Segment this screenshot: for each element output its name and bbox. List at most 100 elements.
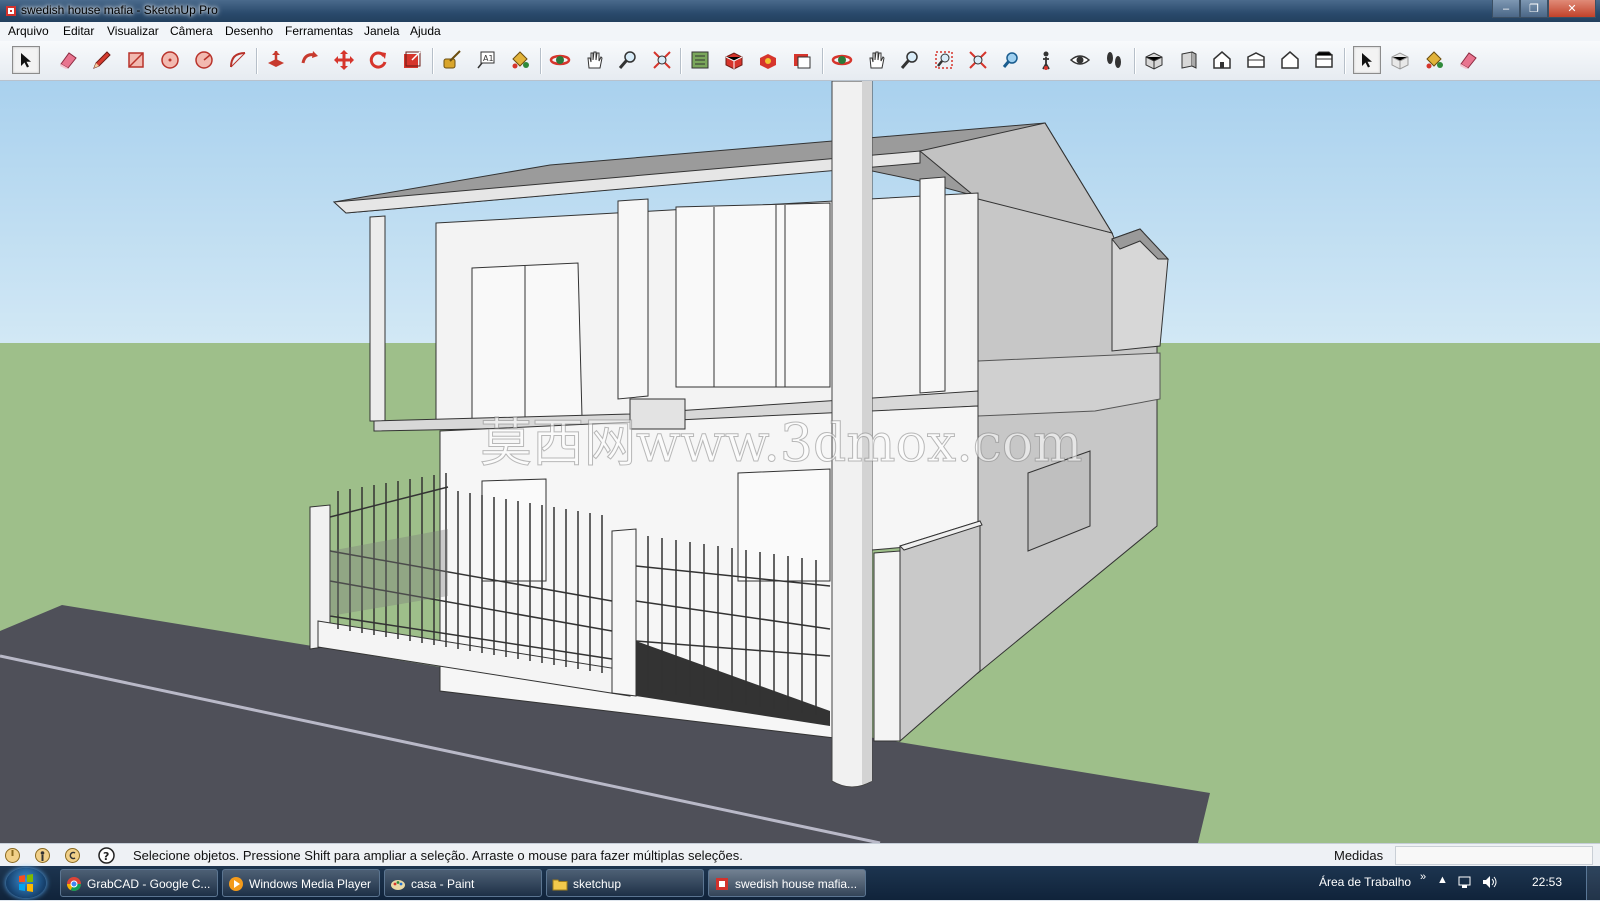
- toolbar-separator: [680, 48, 682, 74]
- text-icon[interactable]: A1: [472, 46, 500, 74]
- menu-visualizar[interactable]: Visualizar: [107, 24, 159, 38]
- taskbar-item-media-player[interactable]: Windows Media Player: [222, 869, 380, 897]
- arc-icon[interactable]: [224, 46, 252, 74]
- position-camera-icon[interactable]: [1032, 46, 1060, 74]
- front-door: [481, 478, 547, 582]
- measurements-input[interactable]: [1395, 846, 1593, 865]
- pan-icon[interactable]: [862, 46, 890, 74]
- select-arrow-icon[interactable]: [12, 46, 40, 74]
- facade-pillar-right: [919, 176, 946, 394]
- upper-window-left: [471, 262, 583, 422]
- pan-icon[interactable]: [580, 46, 608, 74]
- upper-window-right: [675, 202, 831, 388]
- polygon-icon[interactable]: [190, 46, 218, 74]
- menu-bar: Arquivo Editar Visualizar Câmera Desenho…: [0, 22, 1600, 42]
- rectangle-icon[interactable]: [122, 46, 150, 74]
- chrome-icon: [67, 877, 81, 891]
- circle-icon[interactable]: [156, 46, 184, 74]
- gate-post-right: [873, 550, 901, 742]
- iso-view-icon[interactable]: [1140, 46, 1168, 74]
- taskbar-item-grabcad[interactable]: GrabCAD - Google C...: [60, 869, 218, 897]
- back-view-icon[interactable]: [1276, 46, 1304, 74]
- paint-bucket-icon[interactable]: [1420, 46, 1448, 74]
- taskbar-item-sketchup-folder[interactable]: sketchup: [546, 869, 704, 897]
- eraser-icon[interactable]: [1454, 46, 1482, 74]
- maximize-button[interactable]: ❐: [1520, 0, 1548, 18]
- toolbar-chevron-icon[interactable]: »: [1420, 871, 1426, 883]
- measurements-label: Medidas: [1334, 848, 1384, 863]
- minimize-button[interactable]: –: [1492, 0, 1520, 18]
- zoom-extents-icon[interactable]: [648, 46, 676, 74]
- geolocation-icon[interactable]: [4, 847, 21, 864]
- walk-icon[interactable]: [1100, 46, 1128, 74]
- copyright-icon[interactable]: [64, 847, 81, 864]
- menu-camera[interactable]: Câmera: [170, 24, 213, 38]
- drawing-viewport[interactable]: 莫西网www.3dmox.com: [0, 81, 1600, 843]
- eraser-icon[interactable]: [54, 46, 82, 74]
- zoom-icon[interactable]: [896, 46, 924, 74]
- help-icon[interactable]: ?: [98, 847, 115, 864]
- previous-view-icon[interactable]: [998, 46, 1026, 74]
- menu-desenho[interactable]: Desenho: [225, 24, 273, 38]
- top-view-icon[interactable]: [1208, 46, 1236, 74]
- photo-textures-icon[interactable]: [788, 46, 816, 74]
- sketchup-logo-icon: [6, 6, 16, 16]
- orbit-icon[interactable]: [828, 46, 856, 74]
- left-view-icon[interactable]: [1310, 46, 1338, 74]
- select-arrow-icon[interactable]: [1353, 46, 1381, 74]
- status-bar: ? Selecione objetos. Pressione Shift par…: [0, 843, 1600, 866]
- scale-icon[interactable]: [398, 46, 426, 74]
- move-icon[interactable]: [330, 46, 358, 74]
- rotate-icon[interactable]: [364, 46, 392, 74]
- zoom-window-icon[interactable]: [930, 46, 958, 74]
- share-model-icon[interactable]: [720, 46, 748, 74]
- toolbar-separator: [1134, 48, 1136, 74]
- model-scene[interactable]: 莫西网www.3dmox.com: [0, 81, 1600, 843]
- status-message: Selecione objetos. Pressione Shift para …: [133, 848, 743, 863]
- start-button[interactable]: [6, 868, 46, 898]
- tape-measure-icon[interactable]: [438, 46, 466, 74]
- show-hidden-icons-icon[interactable]: ▲: [1437, 874, 1448, 886]
- warehouse-icon[interactable]: [686, 46, 714, 74]
- folder-icon: [552, 879, 568, 891]
- make-component-icon[interactable]: [1386, 46, 1414, 74]
- orbit-icon[interactable]: [546, 46, 574, 74]
- system-clock[interactable]: 22:53: [1532, 875, 1562, 889]
- pencil-icon[interactable]: [88, 46, 116, 74]
- show-desktop-button[interactable]: [1586, 866, 1600, 900]
- toolbar-separator: [432, 48, 434, 74]
- taskbar-item-sketchup[interactable]: swedish house mafia...: [708, 869, 866, 897]
- zoom-icon[interactable]: [614, 46, 642, 74]
- media-player-icon: [229, 877, 243, 891]
- right-view-icon[interactable]: [1242, 46, 1270, 74]
- credits-icon[interactable]: [34, 847, 51, 864]
- menu-ferramentas[interactable]: Ferramentas: [285, 24, 353, 38]
- desktop-toolbar-label[interactable]: Área de Trabalho: [1319, 875, 1411, 889]
- menu-ajuda[interactable]: Ajuda: [410, 24, 441, 38]
- components-icon[interactable]: [754, 46, 782, 74]
- volume-icon[interactable]: [1482, 875, 1498, 889]
- windows-taskbar: GrabCAD - Google C... Windows Media Play…: [0, 866, 1600, 900]
- window-title: swedish house mafia - SketchUp Pro: [21, 3, 218, 17]
- close-button[interactable]: ✕: [1548, 0, 1596, 18]
- push-pull-icon[interactable]: [262, 46, 290, 74]
- svg-text:A1: A1: [483, 54, 494, 63]
- title-bar: swedish house mafia - SketchUp Pro – ❐ ✕: [0, 0, 1600, 22]
- watermark-text: 莫西网www.3dmox.com: [480, 414, 1082, 474]
- taskbar-item-paint[interactable]: casa - Paint: [384, 869, 542, 897]
- windows-logo-icon: [19, 874, 33, 892]
- follow-me-icon[interactable]: [296, 46, 324, 74]
- network-icon[interactable]: [1458, 875, 1474, 889]
- menu-editar[interactable]: Editar: [63, 24, 94, 38]
- toolbar-separator: [1344, 48, 1346, 74]
- paint-bucket-icon[interactable]: [506, 46, 534, 74]
- menu-arquivo[interactable]: Arquivo: [8, 24, 49, 38]
- sketchup-icon: [716, 878, 728, 890]
- window-controls: – ❐ ✕: [1492, 0, 1596, 18]
- front-view-icon[interactable]: [1174, 46, 1202, 74]
- menu-janela[interactable]: Janela: [364, 24, 399, 38]
- zoom-extents-icon[interactable]: [964, 46, 992, 74]
- svg-text:?: ?: [103, 850, 109, 863]
- look-around-icon[interactable]: [1066, 46, 1094, 74]
- facade-pillar: [617, 198, 649, 400]
